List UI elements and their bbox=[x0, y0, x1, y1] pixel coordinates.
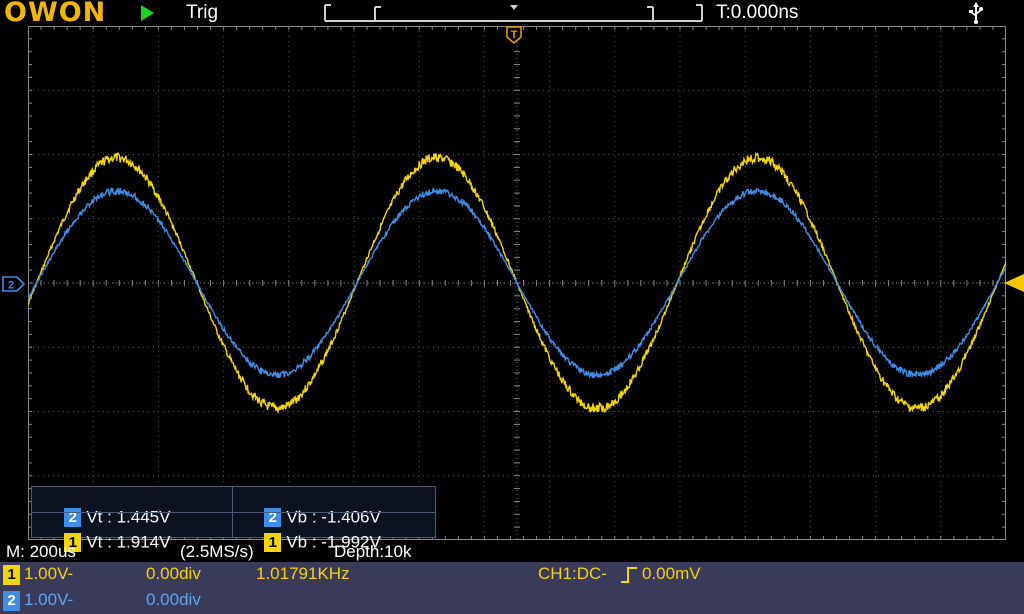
top-status-bar: OWON Trig T:0.000ns bbox=[0, 0, 1024, 28]
trigger-level-marker[interactable] bbox=[1004, 274, 1024, 292]
ch2-vb: 2 Vb : -1.406V bbox=[236, 487, 381, 528]
play-icon[interactable] bbox=[141, 5, 154, 21]
ch1-frequency: 1.01791KHz bbox=[256, 564, 350, 583]
ch1-volts-div[interactable]: 1.00V- bbox=[24, 564, 73, 584]
trigger-position-marker[interactable]: T bbox=[506, 26, 522, 44]
ch1-vt: 1 Vt : 1.914V bbox=[36, 512, 170, 553]
brand-logo: OWON bbox=[4, 0, 107, 28]
ch2-offset: 0.00div bbox=[146, 590, 201, 609]
trigger-time-offset: T:0.000ns bbox=[716, 2, 799, 23]
ch2-vt: 2 Vt : 1.445V bbox=[36, 487, 170, 528]
memory-depth[interactable]: Depth:10k bbox=[334, 542, 412, 562]
trigger-level: 0.00mV bbox=[642, 564, 701, 583]
ch2-level-label: 2 bbox=[8, 280, 14, 292]
ch1-cursor-row: 1 Vt : 1.914V 1 Vb : -1.992V bbox=[32, 512, 435, 553]
sample-rate: (2.5MS/s) bbox=[180, 542, 254, 561]
ch1-badge: 1 bbox=[3, 565, 20, 585]
trigger-position-label: T bbox=[511, 29, 518, 41]
memory-position-bar[interactable] bbox=[323, 3, 704, 23]
ch1-vb: 1 Vb : -1.992V bbox=[236, 512, 381, 553]
waveform-display[interactable] bbox=[28, 26, 1006, 540]
ch1-status-row[interactable]: 1 1.00V- 0.00div 1.01791KHz CH1:DC- 0.00… bbox=[0, 562, 1024, 588]
ch2-badge: 2 bbox=[3, 591, 20, 611]
ch2-cursor-row: 2 Vt : 1.445V 2 Vb : -1.406V bbox=[32, 487, 435, 528]
channel-status-bar: 1 1.00V- 0.00div 1.01791KHz CH1:DC- 0.00… bbox=[0, 562, 1024, 614]
trigger-source[interactable]: CH1:DC- bbox=[538, 564, 607, 584]
timebase-scale[interactable]: M: 200us bbox=[6, 542, 76, 562]
cursor-box-divider bbox=[32, 512, 435, 513]
ch1-offset: 0.00div bbox=[146, 564, 201, 583]
ch2-waveform bbox=[28, 186, 1006, 379]
timebase-info: M: 200us (2.5MS/s) Depth:10k bbox=[0, 542, 1024, 562]
cursor-measurements: 2 Vt : 1.445V 2 Vb : -1.406V 1 Vt : 1.914V … bbox=[31, 486, 436, 553]
ch2-status-row[interactable]: 2 1.00V- 0.00div bbox=[0, 588, 1024, 614]
trigger-status: Trig bbox=[186, 2, 219, 23]
usb-icon bbox=[969, 2, 983, 24]
waveform-area bbox=[28, 151, 1006, 415]
rising-edge-icon bbox=[621, 567, 637, 583]
ch2-volts-div[interactable]: 1.00V- bbox=[24, 590, 73, 610]
ch2-level-marker[interactable]: 2 bbox=[2, 276, 26, 292]
